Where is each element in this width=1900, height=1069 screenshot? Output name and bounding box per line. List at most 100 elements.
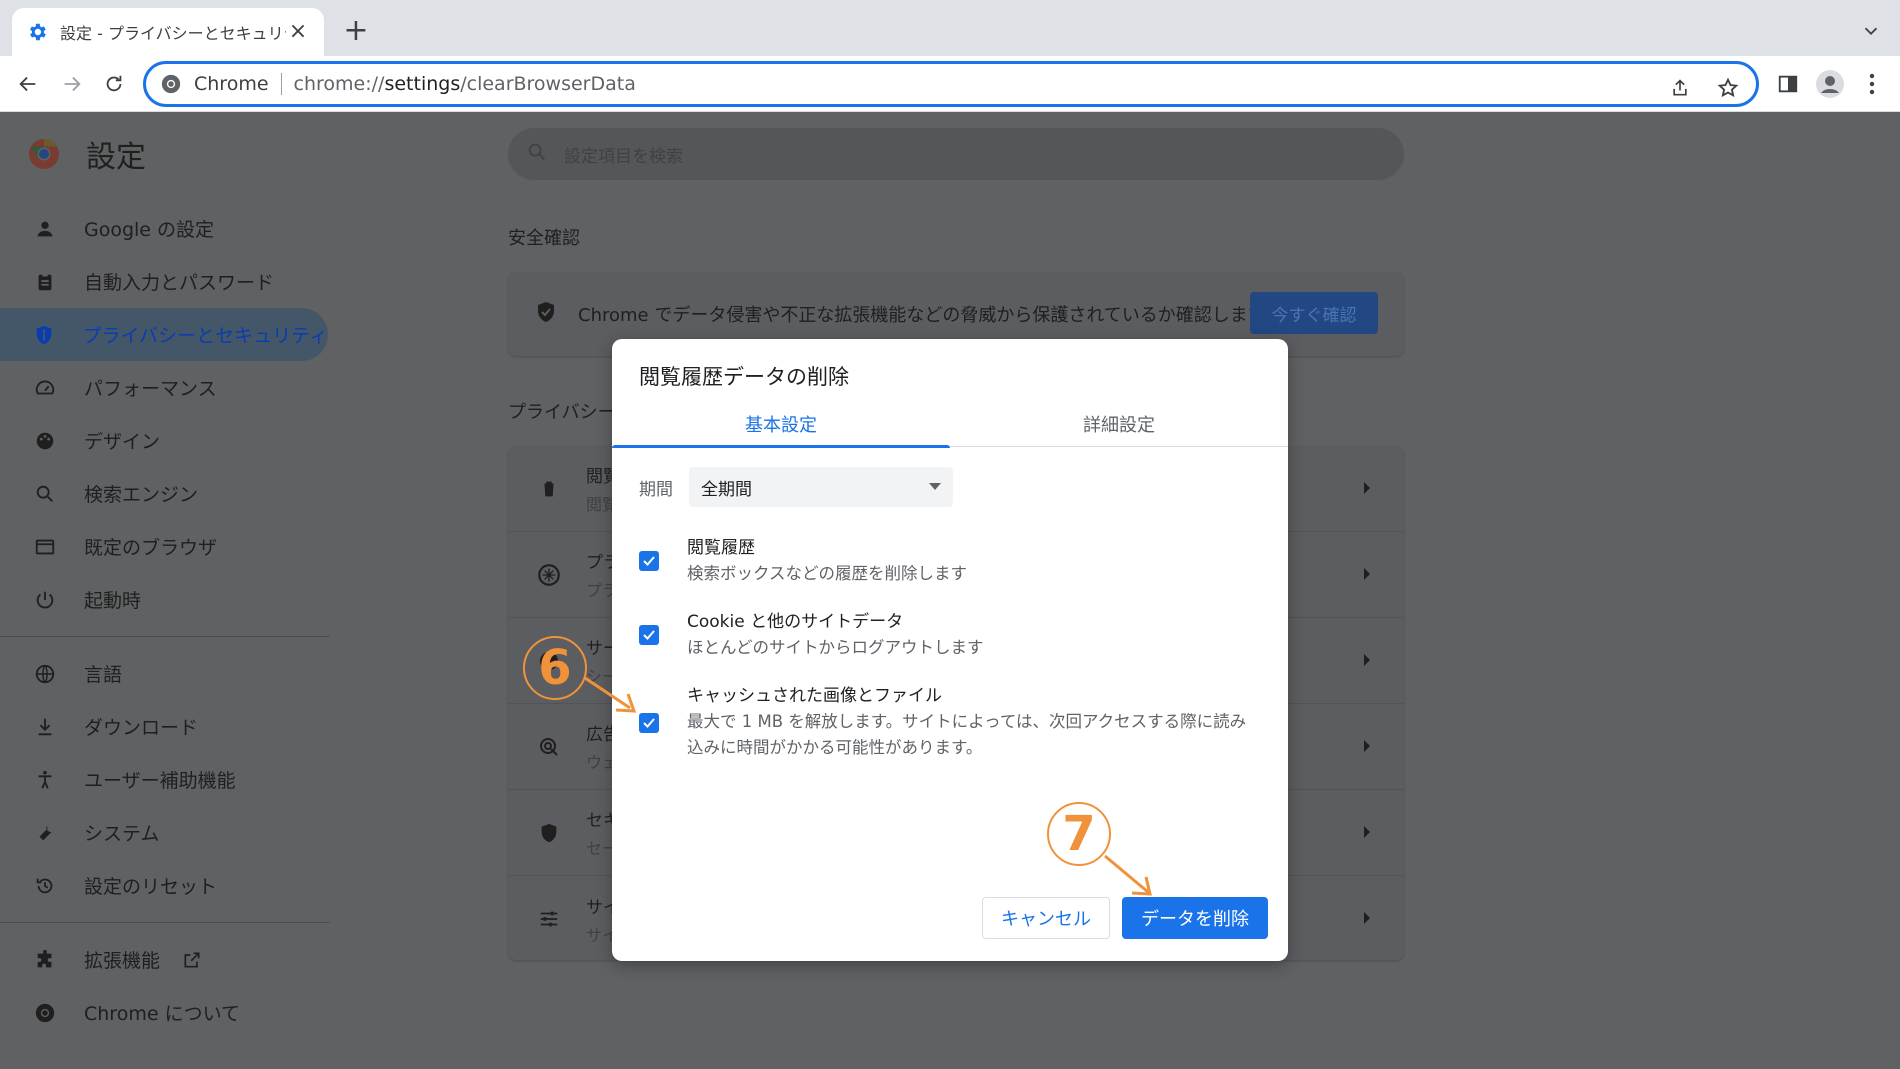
sidebar-item-label: 拡張機能	[84, 950, 161, 972]
chevron-right-icon	[1364, 654, 1370, 666]
chevron-right-icon	[1364, 912, 1370, 924]
sidebar-item-label: 設定のリセット	[84, 876, 218, 898]
share-icon[interactable]	[1666, 74, 1694, 102]
sidebar-item-design[interactable]: デザイン	[0, 414, 330, 467]
dialog-tabs: 基本設定 詳細設定	[612, 401, 1288, 448]
sidebar-item-extensions[interactable]: 拡張機能	[0, 933, 330, 986]
tab-strip: 設定 - プライバシーとセキュリテ × +	[0, 0, 1900, 56]
checkmark-icon	[643, 556, 655, 566]
option-title: Cookie と他のサイトデータ	[687, 612, 904, 632]
tab-close-icon[interactable]: ×	[286, 20, 310, 44]
speedometer-icon	[32, 375, 58, 401]
sidebar-item-label: Chrome について	[84, 1003, 240, 1025]
address-bar[interactable]: Chrome chrome://settings/clearBrowserDat…	[143, 61, 1759, 107]
sidebar-item-label: 起動時	[84, 590, 142, 612]
forward-button[interactable]	[58, 70, 86, 98]
sidebar-item-label: Google の設定	[84, 219, 215, 241]
sidebar-item-label: ダウンロード	[84, 717, 199, 739]
safety-check-text: Chrome でデータ侵害や不正な拡張機能などの脅威から保護されているか確認しま…	[578, 305, 1266, 326]
cancel-button[interactable]: キャンセル	[982, 897, 1110, 939]
dialog-title: 閲覧履歴データの削除	[639, 365, 849, 389]
delete-data-button[interactable]: データを削除	[1122, 897, 1268, 939]
sidebar-item-accessibility[interactable]: ユーザー補助機能	[0, 753, 330, 806]
sidebar-item-label: 自動入力とパスワード	[84, 272, 275, 294]
search-icon	[32, 481, 58, 507]
browser-toolbar: Chrome chrome://settings/clearBrowserDat…	[0, 56, 1900, 112]
url-path: /clearBrowserData	[460, 73, 636, 95]
bookmark-star-icon[interactable]	[1714, 74, 1742, 102]
step-6-marker: 6	[523, 636, 587, 700]
sidebar-item-label: 言語	[84, 664, 123, 686]
shield-check-icon	[534, 300, 558, 328]
new-tab-button[interactable]: +	[340, 16, 372, 48]
url-host: settings	[384, 73, 461, 95]
menu-kebab-icon[interactable]	[1858, 70, 1886, 98]
option-browsing-history: 閲覧履歴 検索ボックスなどの履歴を削除します	[639, 535, 1247, 587]
sidebar-item-reset[interactable]: 設定のリセット	[0, 859, 330, 912]
sidebar-item-label: 既定のブラウザ	[84, 537, 218, 559]
browser-tab[interactable]: 設定 - プライバシーとセキュリテ ×	[12, 8, 324, 56]
back-button[interactable]	[14, 70, 42, 98]
sidebar-item-performance[interactable]: パフォーマンス	[0, 361, 330, 414]
time-range-select[interactable]: 全期間	[689, 467, 953, 507]
checkbox-browsing-history[interactable]	[639, 551, 659, 571]
checkbox-cached-files[interactable]	[639, 713, 659, 733]
dialog-buttons: キャンセル データを削除	[982, 897, 1268, 939]
chevron-right-icon	[1364, 826, 1370, 838]
sidebar-item-privacy[interactable]: プライバシーとセキュリティ	[0, 308, 328, 361]
time-range-label: 期間	[639, 479, 673, 500]
step-7-arrow	[1104, 854, 1152, 896]
wrench-icon	[32, 820, 58, 846]
sidebar-item-language[interactable]: 言語	[0, 647, 330, 700]
sidebar-item-label: システム	[84, 823, 160, 845]
ads-icon	[536, 734, 562, 760]
trash-icon	[536, 476, 562, 502]
external-link-icon	[182, 950, 202, 970]
checkmark-icon	[643, 718, 655, 728]
page-title: 設定	[86, 140, 146, 175]
compass-icon	[536, 562, 562, 588]
sidebar-item-downloads[interactable]: ダウンロード	[0, 700, 330, 753]
tab-title: 設定 - プライバシーとセキュリテ	[60, 24, 286, 43]
sidebar-item-label: ユーザー補助機能	[84, 770, 236, 792]
option-subtitle: ほとんどのサイトからログアウトします	[687, 638, 984, 657]
sidebar-item-system[interactable]: システム	[0, 806, 330, 859]
settings-search[interactable]: 設定項目を検索	[508, 128, 1404, 180]
option-subtitle: 検索ボックスなどの履歴を削除します	[687, 564, 968, 583]
sidebar-item-search-engine[interactable]: 検索エンジン	[0, 467, 330, 520]
chevron-right-icon	[1364, 482, 1370, 494]
sidebar-item-startup[interactable]: 起動時	[0, 573, 330, 626]
chrome-site-icon	[160, 73, 182, 95]
settings-sidebar: Google の設定 自動入力とパスワード プライバシーとセキュリティ パフォー…	[0, 202, 330, 1039]
sidebar-item-google[interactable]: Google の設定	[0, 202, 330, 255]
sidebar-item-autofill[interactable]: 自動入力とパスワード	[0, 255, 330, 308]
sidebar-item-label: パフォーマンス	[84, 378, 217, 400]
clipboard-icon	[32, 269, 58, 295]
sidebar-item-default-browser[interactable]: 既定のブラウザ	[0, 520, 330, 573]
sidebar-item-label: デザイン	[84, 431, 161, 453]
option-subtitle: 最大で 1 MB を解放します。サイトによっては、次回アクセスする際に読み込みに…	[687, 712, 1247, 757]
globe-icon	[32, 661, 58, 687]
url-text[interactable]: chrome://settings/clearBrowserData	[294, 73, 636, 95]
side-panel-icon[interactable]	[1774, 70, 1802, 98]
tab-basic[interactable]: 基本設定	[612, 401, 950, 448]
checkbox-cookies[interactable]	[639, 625, 659, 645]
history-icon	[32, 873, 58, 899]
profile-avatar-icon[interactable]	[1816, 70, 1844, 98]
sliders-icon	[536, 906, 562, 932]
sidebar-item-label: 検索エンジン	[84, 484, 199, 506]
tab-search-chevron-icon[interactable]	[1860, 20, 1882, 42]
sidebar-item-about[interactable]: Chrome について	[0, 986, 330, 1039]
tab-advanced[interactable]: 詳細設定	[950, 401, 1288, 447]
dropdown-caret-icon	[929, 483, 941, 490]
power-icon	[32, 587, 58, 613]
chrome-icon	[32, 1000, 58, 1026]
reload-button[interactable]	[100, 70, 128, 98]
settings-header: 設定	[28, 132, 146, 176]
omnibox-chip: Chrome	[194, 73, 269, 95]
chevron-right-icon	[1364, 740, 1370, 752]
sidebar-item-label: プライバシーとセキュリティ	[82, 325, 328, 347]
safety-check-button[interactable]: 今すぐ確認	[1250, 292, 1378, 334]
sidebar-divider	[0, 636, 330, 637]
clear-browsing-data-dialog: 閲覧履歴データの削除 基本設定 詳細設定 期間 全期間 閲覧履歴 検索ボックスな…	[612, 339, 1288, 961]
